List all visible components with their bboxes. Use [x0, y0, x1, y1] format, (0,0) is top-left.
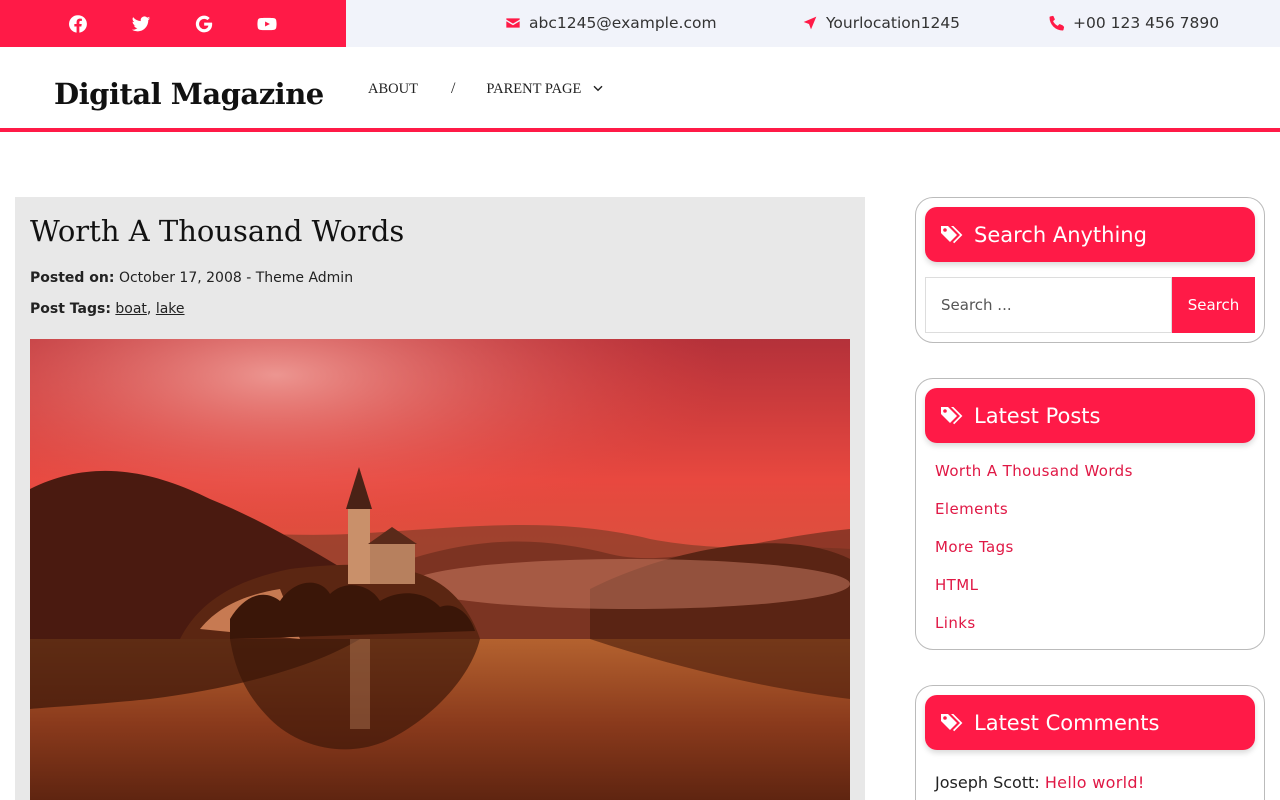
- latest-comments-widget: Latest Comments Joseph Scott: Hello worl…: [915, 685, 1265, 800]
- site-title[interactable]: Digital Magazine: [54, 77, 324, 111]
- tags-icon: [941, 713, 963, 731]
- post-title[interactable]: Worth A Thousand Words: [30, 214, 404, 248]
- latest-post-link[interactable]: Elements: [935, 500, 1264, 538]
- contact-phone-text: +00 123 456 7890: [1073, 14, 1220, 32]
- comment-author: Joseph Scott:: [935, 773, 1040, 792]
- latest-post-link[interactable]: HTML: [935, 576, 1264, 614]
- latest-posts-widget: Latest Posts Worth A Thousand Words Elem…: [915, 378, 1265, 650]
- tags-icon: [941, 406, 963, 424]
- posted-label: Posted on:: [30, 270, 115, 286]
- post-meta-date: Posted on: October 17, 2008 - Theme Admi…: [30, 270, 353, 286]
- nav-about[interactable]: ABOUT: [368, 81, 418, 98]
- latest-comments-header: Latest Comments: [925, 695, 1255, 750]
- main-nav: ABOUT / PARENT PAGE: [368, 80, 604, 98]
- nav-separator: /: [450, 80, 456, 97]
- search-widget-header: Search Anything: [925, 207, 1255, 262]
- location-arrow-icon: [803, 16, 817, 30]
- contact-email-text: abc1245@example.com: [529, 14, 717, 32]
- article-card: Worth A Thousand Words Posted on: Octobe…: [15, 197, 865, 800]
- post-meta-tags: Post Tags: boat, lake: [30, 301, 185, 317]
- tags-icon: [941, 225, 963, 243]
- tags-label: Post Tags:: [30, 301, 111, 317]
- latest-posts-title: Latest Posts: [974, 403, 1101, 428]
- search-widget: Search Anything Search: [915, 197, 1265, 343]
- facebook-icon[interactable]: [67, 13, 89, 35]
- google-icon[interactable]: [193, 13, 215, 35]
- envelope-icon: [506, 18, 520, 28]
- comment-post-link[interactable]: Hello world!: [1045, 773, 1145, 792]
- phone-icon: [1049, 15, 1065, 31]
- latest-post-link[interactable]: Links: [935, 614, 1264, 652]
- search-form: Search: [925, 277, 1255, 333]
- latest-comments-title: Latest Comments: [974, 710, 1160, 735]
- search-widget-title: Search Anything: [974, 222, 1147, 247]
- nav-parent-page[interactable]: PARENT PAGE: [486, 81, 604, 98]
- contact-location: Yourlocation1245: [802, 14, 960, 32]
- tag-link[interactable]: lake: [156, 301, 185, 317]
- comment-item: Joseph Scott: Hello world!: [935, 773, 1264, 792]
- twitter-icon[interactable]: [130, 13, 152, 35]
- posted-value: October 17, 2008 - Theme Admin: [118, 270, 354, 286]
- top-bar: abc1245@example.com Yourlocation1245 +00…: [0, 0, 1280, 47]
- youtube-icon[interactable]: [256, 13, 278, 35]
- contact-location-text: Yourlocation1245: [826, 14, 961, 32]
- search-input[interactable]: [925, 277, 1172, 333]
- latest-post-link[interactable]: More Tags: [935, 538, 1264, 576]
- latest-posts-list: Worth A Thousand Words Elements More Tag…: [935, 462, 1264, 652]
- contact-email[interactable]: abc1245@example.com: [505, 14, 717, 32]
- contact-phone[interactable]: +00 123 456 7890: [1049, 14, 1219, 32]
- featured-image: [30, 339, 850, 800]
- social-links: [0, 0, 346, 47]
- tag-link[interactable]: boat: [115, 301, 147, 317]
- latest-post-link[interactable]: Worth A Thousand Words: [935, 462, 1264, 500]
- latest-posts-header: Latest Posts: [925, 388, 1255, 443]
- site-header: Digital Magazine ABOUT / PARENT PAGE: [0, 47, 1280, 132]
- search-button[interactable]: Search: [1172, 277, 1255, 333]
- nav-parent-page-label: PARENT PAGE: [486, 80, 582, 97]
- contact-bar: abc1245@example.com Yourlocation1245 +00…: [346, 0, 1280, 47]
- chevron-down-icon: [592, 83, 604, 95]
